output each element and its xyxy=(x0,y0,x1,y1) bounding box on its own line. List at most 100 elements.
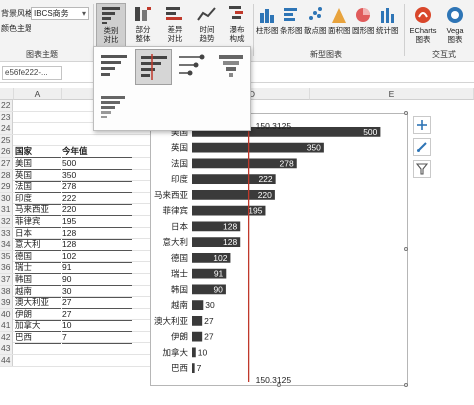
area-chart-button[interactable]: 面积图 xyxy=(328,3,351,49)
row-number[interactable]: 41 xyxy=(0,320,13,332)
gallery-option-bar-compact[interactable] xyxy=(96,89,133,125)
chart-elements-button[interactable] xyxy=(413,116,431,134)
filter-icon xyxy=(416,163,428,175)
row-number[interactable]: 35 xyxy=(0,250,13,262)
resize-handle[interactable] xyxy=(277,383,281,387)
column-chart-icon xyxy=(260,9,274,23)
cell-country[interactable]: 越南 xyxy=(15,286,61,298)
color-theme-dropdown-icon[interactable] xyxy=(31,22,89,35)
cell-country[interactable]: 巴西 xyxy=(15,332,61,344)
echarts-button[interactable]: ECharts 图表 xyxy=(408,3,438,49)
row-number[interactable]: 31 xyxy=(0,204,13,216)
cell-value[interactable]: 220 xyxy=(62,204,132,217)
row-number[interactable]: 34 xyxy=(0,239,13,251)
row-number[interactable]: 42 xyxy=(0,331,13,343)
cell-value[interactable]: 27 xyxy=(62,309,132,321)
average-label-top: 150.3125 xyxy=(256,121,292,131)
cell-value[interactable]: 102 xyxy=(62,251,132,263)
gallery-option-funnel[interactable] xyxy=(213,49,250,85)
row-number[interactable]: 27 xyxy=(0,157,13,169)
cell-country[interactable]: 美国 xyxy=(15,158,61,170)
vega-button[interactable]: Vega 图表 xyxy=(440,3,470,49)
resize-handle[interactable] xyxy=(404,383,408,387)
cell-country[interactable]: 瑞士 xyxy=(15,262,61,275)
cell-value[interactable]: 195 xyxy=(62,216,132,228)
cell-country[interactable]: 韩国 xyxy=(15,274,61,286)
variance-compare-button[interactable]: 差异 对比 xyxy=(160,3,190,49)
cell-value[interactable]: 27 xyxy=(62,297,132,310)
statistic-chart-button[interactable]: 统计图 xyxy=(376,3,399,49)
row-number[interactable]: 39 xyxy=(0,297,13,309)
row-number[interactable]: 24 xyxy=(0,123,13,135)
cell-value[interactable]: 30 xyxy=(62,286,132,298)
column-header-a[interactable]: A xyxy=(14,88,62,100)
color-theme-label[interactable]: 颜色主题 xyxy=(1,23,31,34)
row-number[interactable]: 43 xyxy=(0,343,13,355)
table-row: 28 英国 350 xyxy=(0,169,150,182)
cell-value[interactable]: 350 xyxy=(62,170,132,182)
bar-chart-button[interactable]: 条形图 xyxy=(280,3,303,49)
time-trend-icon xyxy=(197,7,216,21)
row-number[interactable]: 36 xyxy=(0,262,13,274)
cell-value[interactable]: 90 xyxy=(62,274,132,286)
row-number[interactable]: 22 xyxy=(0,100,13,111)
column-header-e[interactable]: E xyxy=(310,88,474,100)
cell-country[interactable]: 加拿大 xyxy=(15,320,61,333)
row-number[interactable]: 23 xyxy=(0,111,13,123)
cell-country[interactable]: 英国 xyxy=(15,170,61,182)
cell-value[interactable]: 10 xyxy=(62,320,132,333)
statistic-chart-label: 统计图 xyxy=(376,26,399,35)
row-number[interactable]: 37 xyxy=(0,273,13,285)
cell-country[interactable]: 德国 xyxy=(15,251,61,263)
cell-value[interactable]: 91 xyxy=(62,262,132,275)
row-number[interactable]: 38 xyxy=(0,285,13,297)
chart-category-label: 巴西 xyxy=(171,363,188,373)
row-number[interactable]: 26 xyxy=(0,146,13,158)
resize-handle[interactable] xyxy=(404,111,408,115)
cell-value[interactable]: 500 xyxy=(62,158,132,170)
row-number[interactable]: 30 xyxy=(0,192,13,204)
part-whole-button[interactable]: 部分 整体 xyxy=(128,3,158,49)
row-number[interactable]: 33 xyxy=(0,227,13,239)
row-number[interactable]: 44 xyxy=(0,355,13,367)
category-compare-button[interactable]: 类别 对比 xyxy=(96,3,126,49)
cell-country[interactable]: 伊朗 xyxy=(15,309,61,321)
gallery-option-bar-sorted[interactable] xyxy=(96,49,133,85)
row-number[interactable]: 32 xyxy=(0,215,13,227)
cell-country[interactable]: 日本 xyxy=(15,228,61,240)
row-number[interactable]: 28 xyxy=(0,169,13,181)
cell-country[interactable]: 菲律宾 xyxy=(15,216,61,228)
row-number[interactable]: 40 xyxy=(0,308,13,320)
table-row: 39 澳大利亚 27 xyxy=(0,297,150,310)
scatter-chart-button[interactable]: 散点图 xyxy=(304,3,327,49)
name-box[interactable]: e56fe222-... xyxy=(2,66,62,80)
bar-average-line-icon xyxy=(141,54,167,80)
cell-value[interactable]: 278 xyxy=(62,181,132,194)
chart-styles-button[interactable] xyxy=(413,138,431,156)
bar-chart[interactable]: 美国 500 英国 350 法国 278 印度 222 马来西亚 220 菲律宾 195 日本 128 意大… xyxy=(150,113,408,386)
circle-chart-button[interactable]: 圆形图 xyxy=(352,3,375,49)
cell-value[interactable]: 222 xyxy=(62,193,132,205)
waterfall-button[interactable]: 瀑布 构成 xyxy=(222,3,252,49)
row-number[interactable]: 25 xyxy=(0,134,13,146)
column-chart-button[interactable]: 柱形图 xyxy=(256,3,279,49)
header-cell-country[interactable]: 国家 xyxy=(15,146,61,159)
resize-handle[interactable] xyxy=(404,247,408,251)
time-trend-button[interactable]: 时间 趋势 xyxy=(192,3,222,49)
cell-country[interactable]: 马来西亚 xyxy=(15,204,61,217)
cell-value[interactable]: 128 xyxy=(62,228,132,240)
gallery-option-bar-average-line[interactable] xyxy=(135,49,172,85)
ribbon-separator xyxy=(404,4,405,56)
cell-country[interactable]: 意大利 xyxy=(15,239,61,252)
chart-filters-button[interactable] xyxy=(413,160,431,178)
row-number[interactable]: 29 xyxy=(0,181,13,193)
select-all-corner[interactable] xyxy=(0,88,14,100)
cell-country[interactable]: 印度 xyxy=(15,193,61,205)
gallery-option-lollipop[interactable] xyxy=(174,49,211,85)
cell-value[interactable]: 7 xyxy=(62,332,132,344)
cell-value[interactable]: 128 xyxy=(62,239,132,252)
cell-country[interactable]: 澳大利亚 xyxy=(15,297,61,310)
cell-country[interactable]: 法国 xyxy=(15,181,61,194)
bg-style-select[interactable]: IBCS商务 xyxy=(31,6,89,20)
header-cell-value[interactable]: 今年值 xyxy=(62,146,132,159)
